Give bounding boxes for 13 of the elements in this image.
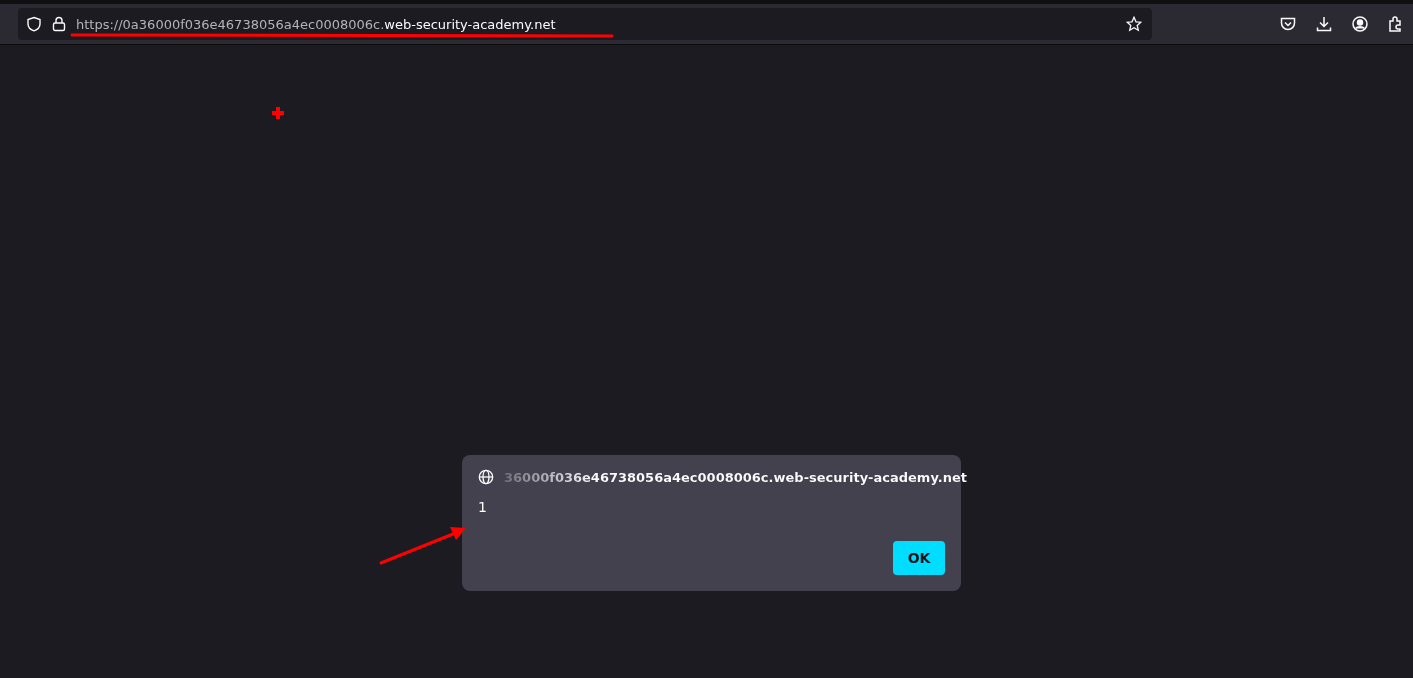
download-icon[interactable] (1315, 15, 1333, 33)
shield-icon[interactable] (26, 16, 42, 32)
account-icon[interactable] (1351, 15, 1369, 33)
alert-message: 1 (478, 499, 488, 515)
ok-button[interactable]: OK (893, 541, 945, 575)
lock-icon[interactable] (52, 16, 66, 32)
globe-icon (478, 469, 494, 485)
pocket-icon[interactable] (1279, 15, 1297, 33)
plus-mark (272, 107, 284, 119)
address-bar[interactable]: https://0a36000f036e46738056a4ec0008006c.web-security-academy.net (18, 8, 1152, 40)
dialog-origin: 36000f036e46738056a4ec0008006c.web-security-academy.net (504, 469, 967, 485)
star-icon[interactable] (1126, 16, 1142, 32)
url-text: https://0a36000f036e46738056a4ec0008006c.web-security-academy.net (76, 16, 556, 32)
